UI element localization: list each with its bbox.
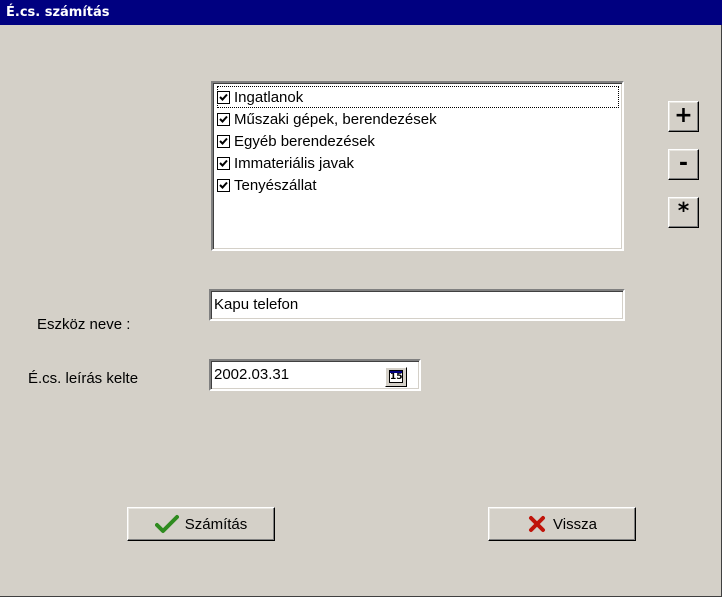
close-icon — [527, 514, 547, 534]
checklist-item-label: Ingatlanok — [234, 88, 304, 106]
checkmark-icon — [219, 181, 228, 189]
checklist-item-egyeb-berendezesek[interactable]: Egyéb berendezések — [217, 130, 619, 152]
asset-name-label: Eszköz neve : — [37, 316, 131, 333]
checklist-item-label: Egyéb berendezések — [234, 132, 375, 150]
writeoff-date-value: 2002.03.31 — [214, 366, 290, 383]
calc-dialog: É.cs. számítás Ingatlanok Műszaki gépek,… — [0, 0, 722, 597]
calculate-button[interactable]: Számítás — [127, 507, 275, 541]
writeoff-date-label: É.cs. leírás kelte — [28, 370, 139, 387]
checkmark-icon — [154, 514, 179, 534]
checklist-item-label: Műszaki gépek, berendezések — [234, 110, 437, 128]
back-label: Vissza — [553, 515, 597, 533]
checkbox-muszaki-gepek[interactable] — [217, 112, 230, 126]
checkmark-icon — [219, 93, 228, 101]
remove-button[interactable]: - — [668, 149, 699, 180]
select-all-button[interactable]: * — [668, 197, 699, 228]
add-button[interactable]: + — [668, 101, 699, 132]
checkmark-icon — [219, 159, 228, 167]
checklist-item-ingatlanok[interactable]: Ingatlanok — [217, 86, 619, 108]
window-title: É.cs. számítás — [0, 0, 722, 25]
calculate-label: Számítás — [184, 515, 248, 533]
writeoff-date-field[interactable]: 2002.03.31 15 — [209, 359, 421, 391]
checklist-item-label: Immateriális javak — [234, 154, 355, 172]
asset-name-field[interactable]: Kapu telefon — [209, 289, 625, 321]
checkbox-tenyeszallat[interactable] — [217, 178, 230, 192]
calendar-icon: 15 — [389, 370, 403, 383]
category-checklist[interactable]: Ingatlanok Műszaki gépek, berendezések E… — [211, 81, 624, 251]
checkmark-icon — [219, 137, 228, 145]
checklist-item-muszaki-gepek[interactable]: Műszaki gépek, berendezések — [217, 108, 619, 130]
checklist-item-immaterialis-javak[interactable]: Immateriális javak — [217, 152, 619, 174]
checkbox-ingatlanok[interactable] — [217, 90, 230, 104]
calendar-button[interactable]: 15 — [385, 367, 407, 387]
checklist-item-label: Tenyészállat — [234, 176, 317, 194]
back-button[interactable]: Vissza — [488, 507, 636, 541]
checklist-item-tenyeszallat[interactable]: Tenyészállat — [217, 174, 619, 196]
checkbox-egyeb-berendezesek[interactable] — [217, 134, 230, 148]
checkmark-icon — [219, 115, 228, 123]
checkbox-immaterialis-javak[interactable] — [217, 156, 230, 170]
